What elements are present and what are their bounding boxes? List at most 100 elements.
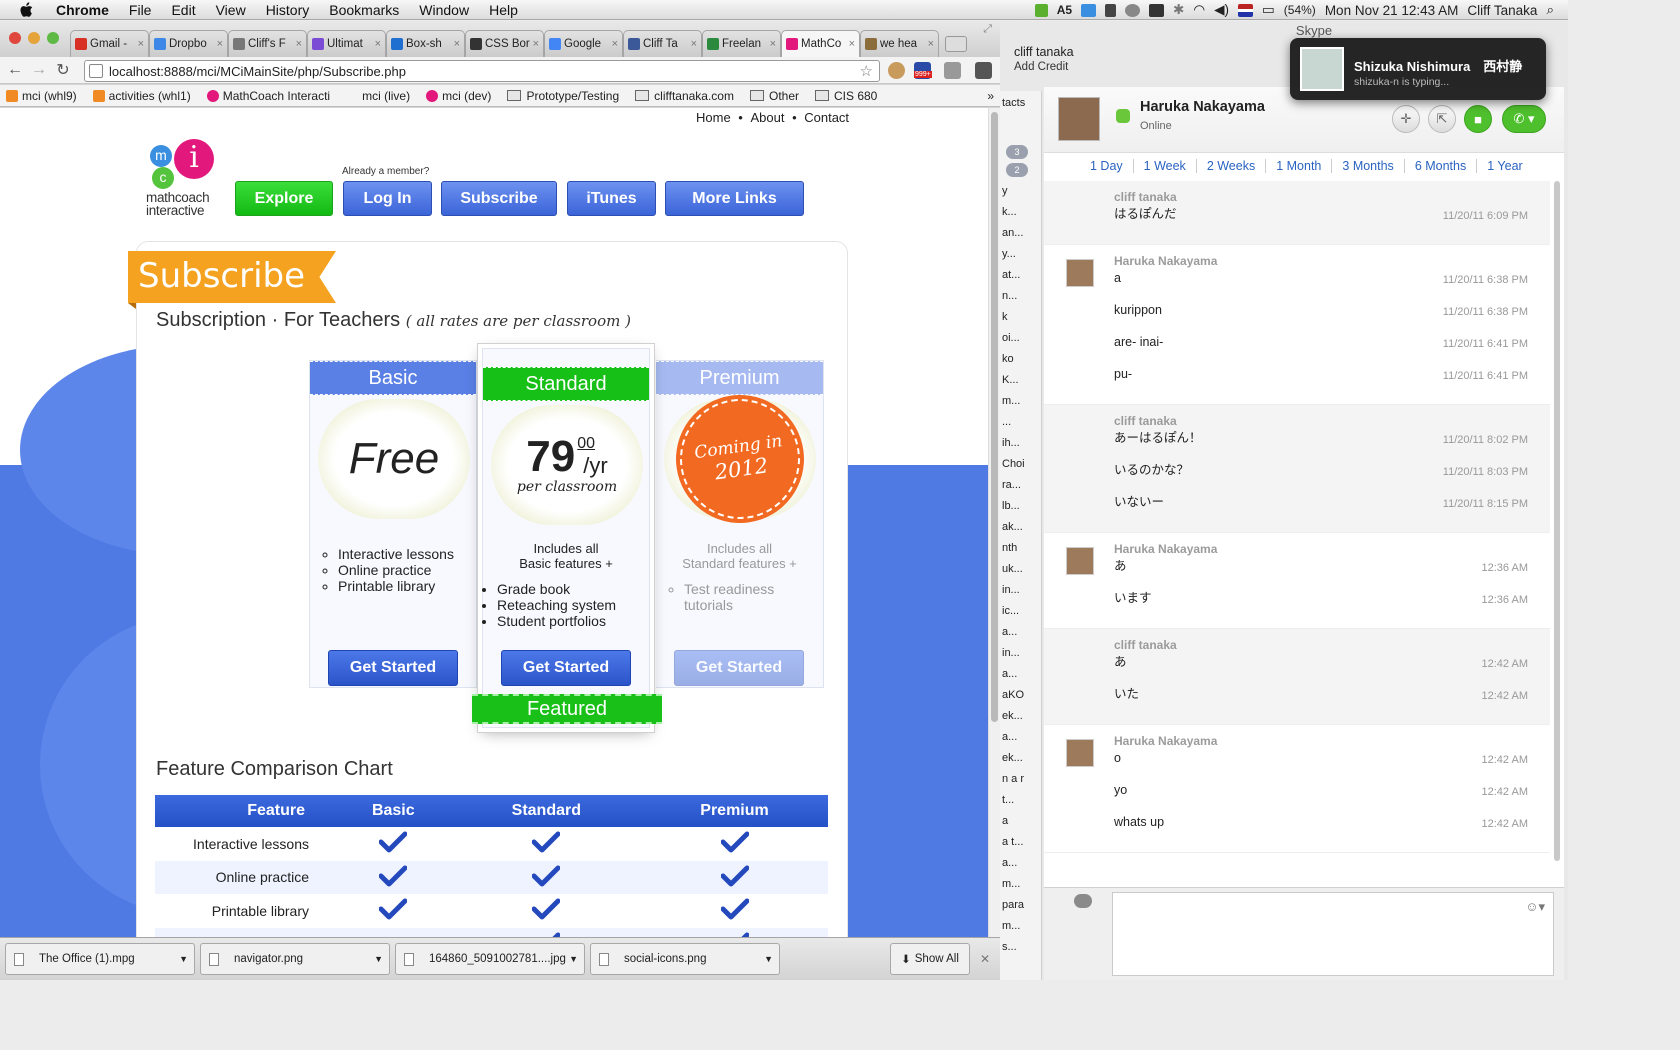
video-call-icon[interactable]: ■: [1464, 105, 1492, 133]
contact-list-item[interactable]: ih...: [1000, 433, 1041, 454]
document-icon[interactable]: [1105, 3, 1117, 17]
menu-bookmarks[interactable]: Bookmarks: [319, 2, 409, 18]
contact-list-item[interactable]: y: [1000, 181, 1041, 202]
close-tab-icon[interactable]: ×: [217, 38, 223, 50]
itunes-button[interactable]: iTunes: [567, 181, 656, 216]
about-link[interactable]: About: [750, 110, 784, 125]
download-menu-icon[interactable]: ▼: [374, 954, 383, 964]
browser-tab[interactable]: Cliff's F ×: [228, 30, 307, 57]
close-tab-icon[interactable]: ×: [691, 38, 697, 50]
chat-icon[interactable]: [1074, 894, 1092, 908]
contact-list-item[interactable]: m...: [1000, 391, 1041, 412]
menu-file[interactable]: File: [119, 2, 162, 18]
menu-view[interactable]: View: [206, 2, 256, 18]
history-range-link[interactable]: 1 Year: [1477, 159, 1532, 173]
spotlight-icon[interactable]: ⌕: [1546, 2, 1554, 18]
contact-list-item[interactable]: a: [1000, 811, 1041, 832]
close-tab-icon[interactable]: ×: [928, 38, 934, 50]
history-range-link[interactable]: 3 Months: [1332, 158, 1405, 173]
contact-list-item[interactable]: m...: [1000, 916, 1041, 937]
reload-button[interactable]: ↻: [54, 61, 72, 79]
contact-list-item[interactable]: ra...: [1000, 475, 1041, 496]
browser-tab[interactable]: MathCo ×: [781, 30, 860, 57]
contact-list-item[interactable]: ko: [1000, 349, 1041, 370]
bookmark-item[interactable]: MathCoach Interacti: [206, 89, 330, 103]
volume-icon[interactable]: ◀): [1214, 2, 1229, 18]
contact-list-item[interactable]: oi...: [1000, 328, 1041, 349]
emoticon-icon[interactable]: ☺▾: [1525, 899, 1545, 915]
contact-list-item[interactable]: s...: [1000, 937, 1041, 958]
history-range-link[interactable]: 1 Month: [1266, 158, 1333, 173]
home-link[interactable]: Home: [696, 110, 731, 125]
contact-list-item[interactable]: uk...: [1000, 559, 1041, 580]
browser-tab[interactable]: Gmail - ×: [70, 30, 149, 57]
close-tab-icon[interactable]: ×: [454, 38, 460, 50]
new-tab-button[interactable]: [945, 36, 967, 52]
browser-tab[interactable]: Cliff Ta ×: [623, 30, 702, 57]
download-menu-icon[interactable]: ▼: [764, 954, 773, 964]
bookmark-item[interactable]: Other: [749, 89, 799, 103]
subscribe-nav-button[interactable]: Subscribe: [441, 181, 557, 216]
bookmark-item[interactable]: clifftanaka.com: [635, 89, 734, 103]
contact-list-item[interactable]: m...: [1000, 874, 1041, 895]
bluetooth-icon[interactable]: ✱: [1173, 2, 1184, 18]
history-range-link[interactable]: 1 Week: [1134, 158, 1197, 173]
skype-account[interactable]: cliff tanaka Add Credit: [1014, 45, 1074, 73]
more-links-button[interactable]: More Links: [665, 181, 804, 216]
history-range-link[interactable]: 6 Months: [1405, 158, 1478, 173]
url-text[interactable]: localhost:8888/mci/MCiMainSite/php/Subsc…: [109, 64, 406, 79]
browser-tab[interactable]: Box-sh ×: [386, 30, 465, 57]
download-item[interactable]: 164860_5091002781....jpg ▼: [395, 943, 585, 975]
contact-list-item[interactable]: a...: [1000, 853, 1041, 874]
skype-status-icon[interactable]: [1034, 3, 1048, 17]
close-tab-icon[interactable]: ×: [138, 38, 144, 50]
contact-list-item[interactable]: ek...: [1000, 748, 1041, 769]
browser-tab[interactable]: we hea ×: [860, 30, 939, 57]
us-flag-icon[interactable]: [1238, 3, 1254, 17]
mathcoach-logo[interactable]: m i c mathcoach interactive: [146, 139, 226, 219]
browser-tab[interactable]: Google ×: [544, 30, 623, 57]
apple-menu-icon[interactable]: [18, 1, 34, 18]
bookmark-item[interactable]: activities (whl1): [92, 89, 191, 103]
cookie-extension-icon[interactable]: [888, 62, 905, 79]
message-input[interactable]: ☺▾: [1112, 892, 1554, 976]
close-window-button[interactable]: [9, 32, 21, 44]
contact-list-item[interactable]: aKO: [1000, 685, 1041, 706]
bookmark-star-icon[interactable]: ☆: [860, 62, 873, 80]
close-tab-icon[interactable]: ×: [296, 38, 302, 50]
download-extension-icon[interactable]: [944, 62, 961, 79]
close-downloads-icon[interactable]: ✕: [980, 952, 990, 966]
add-credit-link[interactable]: Add Credit: [1014, 61, 1074, 73]
bookmark-item[interactable]: mci (dev): [426, 89, 491, 103]
contact-list-item[interactable]: para: [1000, 895, 1041, 916]
time-machine-icon[interactable]: [1125, 3, 1141, 17]
bookmarks-overflow-icon[interactable]: »: [987, 89, 994, 103]
history-range-link[interactable]: 2 Weeks: [1197, 158, 1267, 173]
user-menu[interactable]: Cliff Tanaka: [1467, 3, 1537, 18]
contact-list-item[interactable]: ak...: [1000, 517, 1041, 538]
download-menu-icon[interactable]: ▼: [179, 954, 188, 964]
close-tab-icon[interactable]: ×: [533, 38, 539, 50]
add-participant-icon[interactable]: ✛: [1392, 105, 1420, 133]
contact-list-item[interactable]: nth: [1000, 538, 1041, 559]
contact-list-item[interactable]: k: [1000, 307, 1041, 328]
contact-list-item[interactable]: lb...: [1000, 496, 1041, 517]
contact-list-item[interactable]: n a r: [1000, 769, 1041, 790]
contact-link[interactable]: Contact: [804, 110, 849, 125]
basic-get-started-button[interactable]: Get Started: [328, 650, 458, 686]
bookmark-item[interactable]: CIS 680: [815, 89, 877, 103]
back-button[interactable]: ←: [6, 61, 24, 79]
download-item[interactable]: social-icons.png ▼: [590, 943, 780, 975]
contact-list-item[interactable]: ek...: [1000, 706, 1041, 727]
minimize-window-button[interactable]: [28, 32, 40, 44]
download-item[interactable]: The Office (1).mpg ▼: [5, 943, 195, 975]
page-scrollbar[interactable]: [988, 108, 1000, 937]
menu-window[interactable]: Window: [409, 2, 479, 18]
contact-list-item[interactable]: ...: [1000, 412, 1041, 433]
share-icon[interactable]: ⇱: [1428, 105, 1456, 133]
battery-icon[interactable]: ▭: [1262, 2, 1275, 18]
contact-list-item[interactable]: K...: [1000, 370, 1041, 391]
dropbox-icon[interactable]: [1081, 3, 1097, 17]
menu-chrome[interactable]: Chrome: [46, 2, 119, 18]
browser-tab[interactable]: CSS Bor ×: [465, 30, 544, 57]
